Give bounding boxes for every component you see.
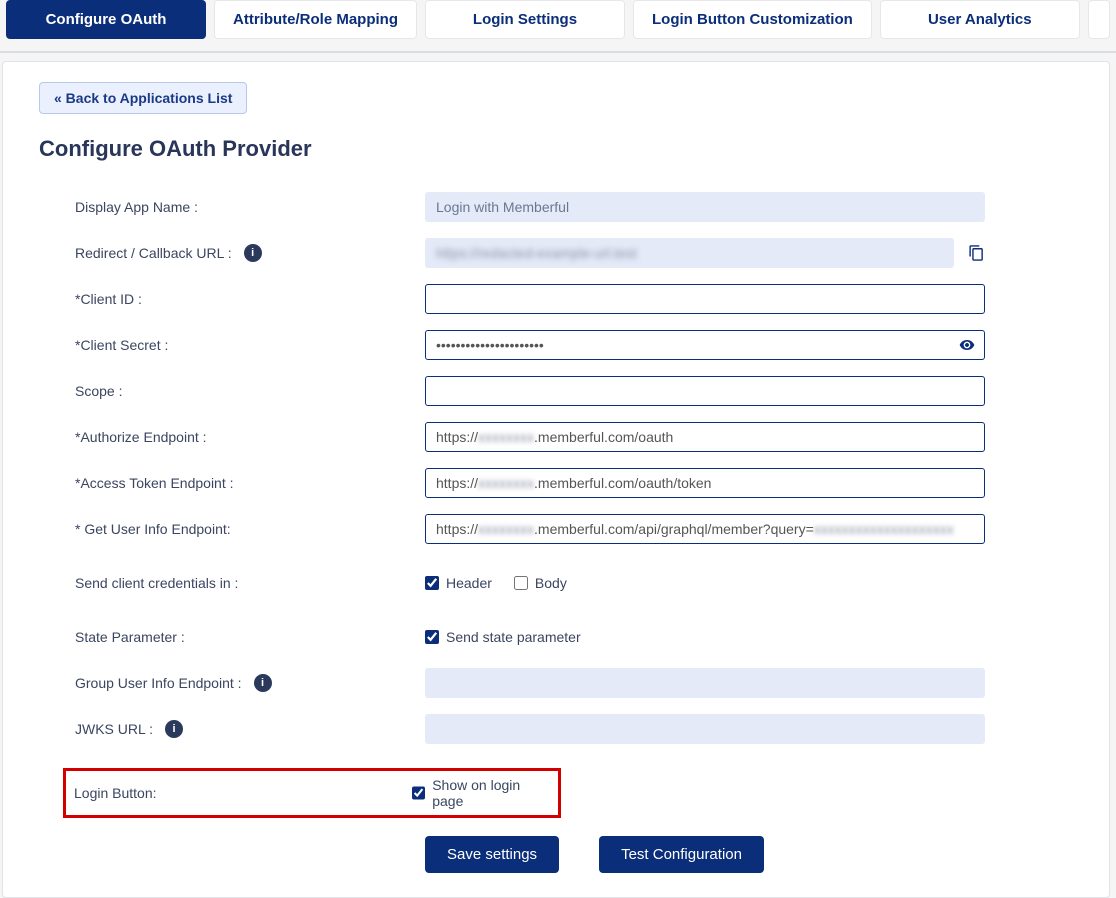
copy-icon[interactable] [968, 244, 985, 262]
get-user-info-endpoint-input[interactable]: https://xxxxxxxx.memberful.com/api/graph… [425, 514, 985, 544]
tab-user-analytics[interactable]: User Analytics [880, 0, 1080, 39]
info-icon[interactable]: i [244, 244, 262, 262]
group-user-info-field[interactable] [425, 668, 985, 698]
tab-login-button-customization[interactable]: Login Button Customization [633, 0, 872, 39]
label-authorize-endpoint: *Authorize Endpoint : [75, 429, 425, 445]
login-button-highlight: Login Button: Show on login page [63, 768, 561, 818]
back-to-applications-button[interactable]: « Back to Applications List [39, 82, 247, 114]
label-client-id: *Client ID : [75, 291, 425, 307]
label-client-secret: *Client Secret : [75, 337, 425, 353]
save-settings-button[interactable]: Save settings [425, 836, 559, 873]
checkbox-show-on-login[interactable]: Show on login page [412, 777, 550, 809]
label-state-parameter: State Parameter : [75, 629, 425, 645]
label-login-button: Login Button: [74, 785, 412, 801]
label-jwks-url: JWKS URL : i [75, 720, 425, 738]
checkbox-header-input[interactable] [425, 576, 439, 590]
label-scope: Scope : [75, 383, 425, 399]
checkbox-body[interactable]: Body [514, 575, 567, 591]
checkbox-header[interactable]: Header [425, 575, 492, 591]
checkbox-body-input[interactable] [514, 576, 528, 590]
access-token-endpoint-input[interactable]: https://xxxxxxxx.memberful.com/oauth/tok… [425, 468, 985, 498]
form: Display App Name : Login with Memberful … [39, 192, 1073, 873]
checkbox-show-on-login-input[interactable] [412, 786, 425, 800]
label-display-app-name: Display App Name : [75, 199, 425, 215]
label-redirect-url: Redirect / Callback URL : i [75, 244, 425, 262]
tab-overflow[interactable] [1088, 0, 1110, 39]
client-id-input[interactable] [425, 284, 985, 314]
client-secret-input[interactable] [425, 330, 985, 360]
test-configuration-button[interactable]: Test Configuration [599, 836, 764, 873]
label-send-client-credentials: Send client credentials in : [75, 575, 425, 591]
tab-login-settings[interactable]: Login Settings [425, 0, 625, 39]
info-icon[interactable]: i [254, 674, 272, 692]
tab-attribute-role-mapping[interactable]: Attribute/Role Mapping [214, 0, 417, 39]
tabs-bar: Configure OAuth Attribute/Role Mapping L… [0, 0, 1116, 39]
redirect-url-field: https://redacted-example-url.test [425, 238, 954, 268]
label-access-token-endpoint: *Access Token Endpoint : [75, 475, 425, 491]
page-title: Configure OAuth Provider [39, 136, 1073, 162]
tab-configure-oauth[interactable]: Configure OAuth [6, 0, 206, 39]
checkbox-send-state[interactable]: Send state parameter [425, 629, 581, 645]
eye-icon[interactable] [959, 337, 975, 353]
checkbox-send-state-input[interactable] [425, 630, 439, 644]
authorize-endpoint-input[interactable]: https://xxxxxxxx.memberful.com/oauth [425, 422, 985, 452]
divider [0, 51, 1116, 53]
jwks-url-field[interactable] [425, 714, 985, 744]
scope-input[interactable] [425, 376, 985, 406]
label-get-user-info-endpoint: * Get User Info Endpoint: [75, 521, 425, 537]
info-icon[interactable]: i [165, 720, 183, 738]
display-app-name-field: Login with Memberful [425, 192, 985, 222]
main-panel: « Back to Applications List Configure OA… [2, 61, 1110, 898]
label-group-user-info-endpoint: Group User Info Endpoint : i [75, 674, 425, 692]
